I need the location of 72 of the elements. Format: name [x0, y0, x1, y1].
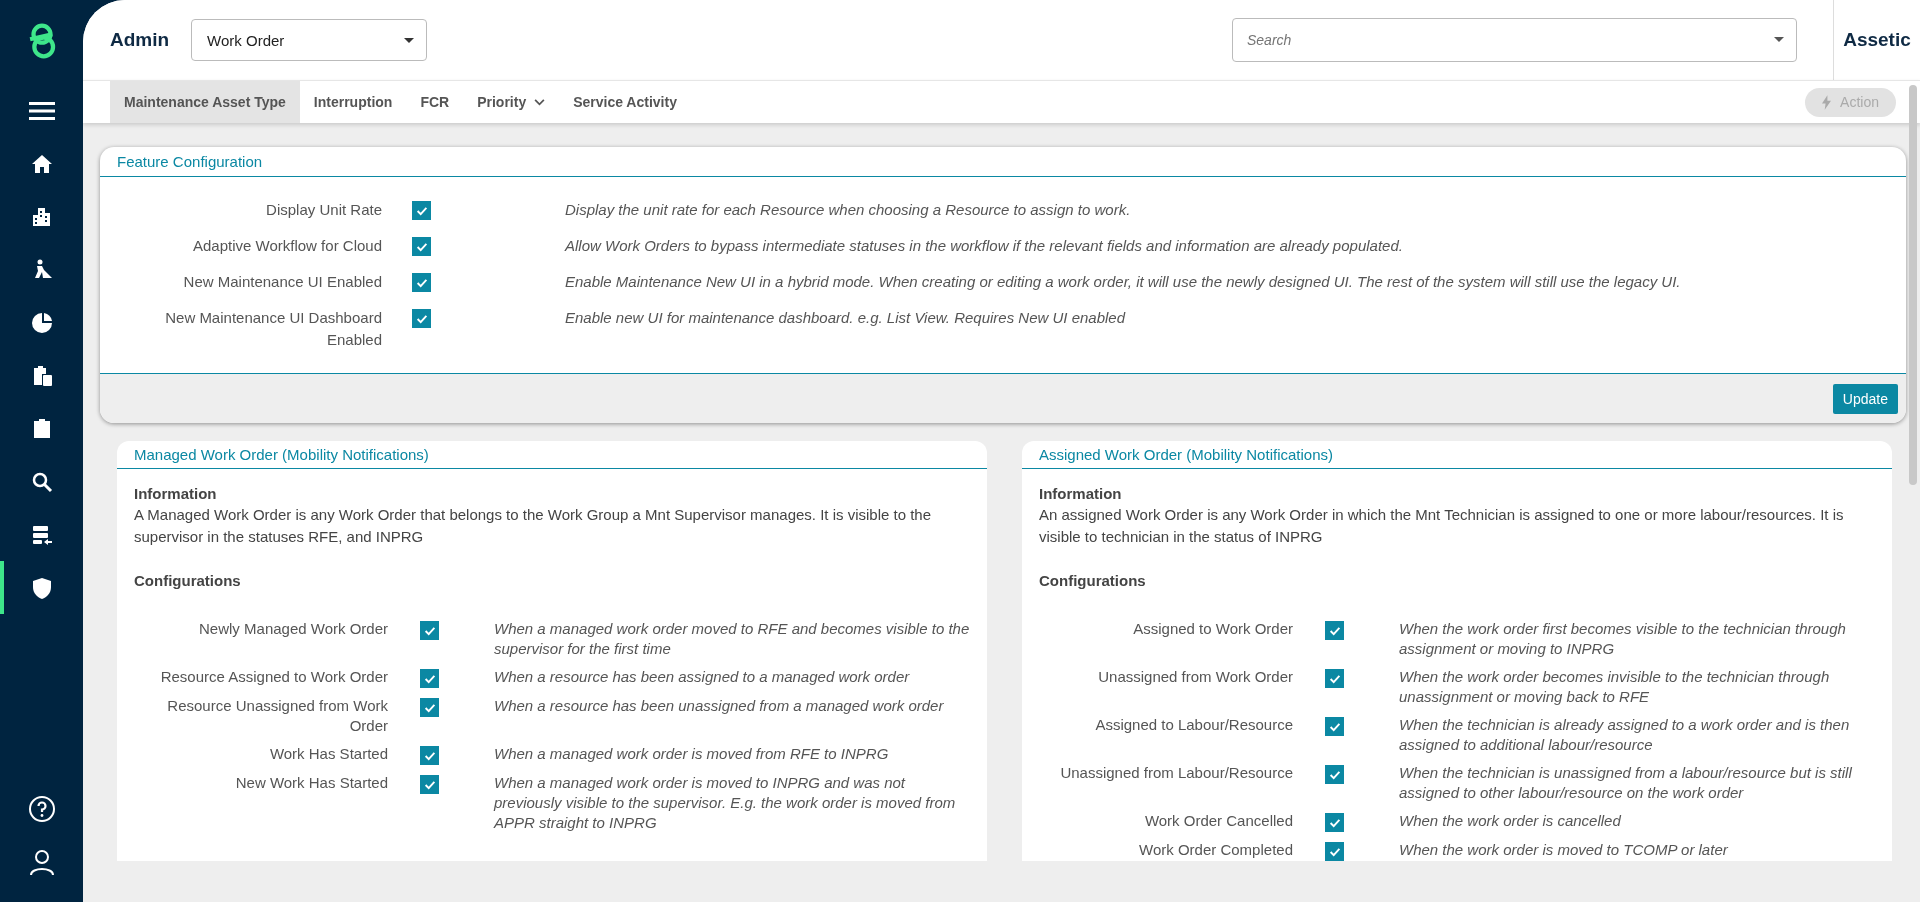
checkbox[interactable]	[1325, 669, 1344, 688]
setting-description: When the work order is cancelled	[1399, 811, 1622, 831]
setting-label: Assigned to Work Order	[1132, 619, 1293, 639]
checkbox[interactable]	[1325, 842, 1344, 861]
menu-icon	[28, 100, 55, 121]
setting-label: Work Order Completed	[1138, 840, 1293, 860]
lightning-icon	[1822, 94, 1832, 110]
checkbox[interactable]	[1325, 765, 1344, 784]
setting-label: Newly Managed Work Order	[198, 619, 388, 639]
checkbox[interactable]	[1325, 813, 1344, 832]
setting-label: Resource Assigned to Work Order	[159, 667, 388, 687]
checkbox[interactable]	[412, 273, 431, 292]
section-heading: Information	[134, 485, 218, 502]
setting-description: Display the unit rate for each Resource when choosing a Resource to assign to work.	[565, 200, 1132, 220]
user-icon	[27, 847, 56, 876]
checkbox[interactable]	[412, 201, 431, 220]
setting-description: When the technician is unassigned from a labour/resource but is still assigned to other labour/resource on the work order	[1399, 763, 1853, 803]
setting-label: Work Order Cancelled	[1143, 811, 1293, 831]
caret-icon	[404, 37, 415, 43]
setting-description: When a managed work order moved to RFE and becomes visible to the supervisor for the first time	[494, 619, 970, 659]
setting-description: Allow Work Orders to bypass intermediate statuses in the workflow if the relevant fields and information are already populated.	[565, 236, 1404, 256]
scrollbar[interactable]	[1909, 85, 1917, 485]
setting-label: New Maintenance UI Dashboard Enabled	[164, 308, 382, 350]
help-icon	[27, 794, 56, 823]
checkbox[interactable]	[420, 621, 439, 640]
page-title: Admin	[110, 29, 170, 51]
checkbox[interactable]	[420, 746, 439, 765]
setting-label: New Work Has Started	[234, 773, 388, 793]
setting-description: When a managed work order is moved from RFE to INPRG	[494, 744, 890, 764]
setting-description: Enable Maintenance New UI in a hybrid mode. When creating or editing a work order, it will use the newly designed UI. The rest of the system will still use the legacy UI.	[565, 272, 1682, 292]
setting-description: When the technician is already assigned to a work order and is then assigned to additional labour/resource	[1399, 715, 1851, 755]
setting-description: When the work order becomes invisible to the technician through unassignment or moving back to RFE	[1399, 667, 1831, 707]
section-heading: Configurations	[134, 572, 242, 589]
info-text: A Managed Work Order is any Work Order that belongs to the Work Group a Mnt Supervisor manages. It is visible to the supervisor in the statuses RFE, and INPRG	[134, 505, 933, 547]
setting-label: Unassigned from Labour/Resource	[1059, 763, 1293, 783]
card-title: Assigned Work Order (Mobility Notifications)	[1022, 441, 1892, 469]
setting-description: When the work order is moved to TCOMP or later	[1399, 840, 1729, 860]
caret-icon	[1774, 37, 1784, 42]
card-title: Managed Work Order (Mobility Notifications)	[117, 441, 987, 469]
setting-label: New Maintenance UI Enabled	[182, 272, 382, 292]
setting-description: When a managed work order is moved to INPRG and was not previously visible to the supervisor. E.g. the work order is moved from APPR straight to INPRG	[494, 773, 957, 833]
setting-description: When a resource has been assigned to a managed work order	[494, 667, 911, 687]
setting-label: Unassigned from Work Order	[1097, 667, 1293, 687]
checkbox[interactable]	[412, 309, 431, 328]
search-field[interactable]: Search	[1232, 18, 1797, 62]
setting-label: Adaptive Workflow for Cloud	[192, 236, 382, 256]
tab[interactable]: Interruption	[299, 81, 407, 123]
setting-label: Work Has Started	[268, 744, 388, 764]
brand-name: Assetic	[1843, 29, 1911, 51]
checkbox[interactable]	[420, 698, 439, 717]
checkbox[interactable]	[412, 237, 431, 256]
setting-label: Resource Unassigned from Work Order	[166, 696, 388, 736]
checkbox[interactable]	[420, 669, 439, 688]
setting-description: When a resource has been unassigned from a managed work order	[494, 696, 945, 716]
update-button[interactable]: Update	[1832, 383, 1898, 414]
checkbox[interactable]	[420, 775, 439, 794]
panel-title: Feature Configuration	[100, 147, 1906, 177]
tab[interactable]: Service Activity	[559, 81, 691, 123]
setting-label: Assigned to Labour/Resource	[1094, 715, 1293, 735]
module-select[interactable]: Work Order	[191, 19, 428, 61]
checkbox[interactable]	[1325, 717, 1344, 736]
section-heading: Information	[1039, 485, 1123, 502]
setting-label: Display Unit Rate	[265, 200, 382, 220]
chevron-icon	[534, 98, 546, 106]
tab[interactable]: Priority	[463, 81, 560, 123]
tab[interactable]: FCR	[406, 81, 464, 123]
setting-description: When the work order first becomes visible to the technician through assignment or moving to INPRG	[1399, 619, 1847, 659]
setting-description: Enable new UI for maintenance dashboard. e.g. List View. Requires New UI enabled	[565, 308, 1127, 328]
section-heading: Configurations	[1039, 572, 1147, 589]
checkbox[interactable]	[1325, 621, 1344, 640]
info-text: An assigned Work Order is any Work Order in which the Mnt Technician is assigned to one or more labour/resources. It is visible to technician in the status of INPRG	[1039, 505, 1845, 547]
tab[interactable]: Maintenance Asset Type	[110, 81, 300, 123]
